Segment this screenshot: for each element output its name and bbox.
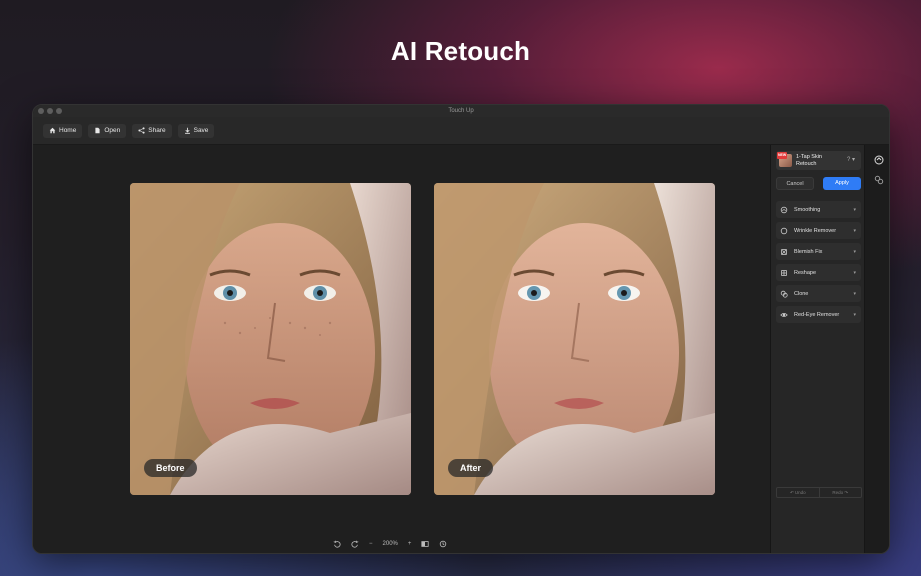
- home-icon: [49, 127, 56, 134]
- chevron-down-icon: ▾: [853, 227, 856, 234]
- zoom-in-button[interactable]: +: [408, 541, 412, 547]
- window-controls: [38, 108, 62, 114]
- share-icon: [138, 127, 145, 134]
- chevron-down-icon: ▾: [853, 248, 856, 255]
- redo-button[interactable]: Redo ↷: [820, 488, 862, 497]
- tool-smoothing[interactable]: Smoothing ▾: [776, 201, 861, 218]
- minimize-window-button[interactable]: [47, 108, 53, 114]
- cancel-button[interactable]: Cancel: [776, 177, 814, 190]
- undo-redo-group: ↶ Undo Redo ↷: [776, 487, 862, 498]
- save-button[interactable]: Save: [177, 123, 215, 138]
- chevron-down-icon: ▾: [853, 269, 856, 276]
- tool-label: Blemish Fix: [794, 248, 823, 255]
- open-button[interactable]: Open: [88, 123, 127, 138]
- feature-title-line1: 1-Tap Skin: [796, 153, 822, 160]
- blemish-icon: [781, 248, 787, 255]
- open-label: Open: [104, 127, 121, 134]
- app-window: Touch Up Home Open Share Save Before Aft…: [32, 104, 890, 554]
- compare-icon[interactable]: [421, 540, 429, 548]
- tool-label: Wrinkle Remover: [794, 227, 837, 234]
- page-headline: AI Retouch: [390, 36, 531, 66]
- reset-icon[interactable]: [439, 540, 447, 548]
- tool-wrinkle-remover[interactable]: Wrinkle Remover ▾: [776, 222, 861, 239]
- close-window-button[interactable]: [38, 108, 44, 114]
- home-button[interactable]: Home: [43, 123, 83, 138]
- right-rail: [864, 145, 889, 553]
- save-label: Save: [193, 127, 209, 134]
- smoothing-icon: [780, 206, 788, 213]
- panel-actions: Cancel Apply: [776, 177, 861, 190]
- feature-title-line2: Retouch: [796, 160, 817, 167]
- reshape-icon: [781, 269, 787, 276]
- tool-label: Reshape: [794, 269, 817, 276]
- tool-blemish-fix[interactable]: Blemish Fix ▾: [776, 243, 861, 260]
- zoom-level: 200%: [382, 541, 398, 547]
- window-title: Touch Up: [448, 108, 474, 114]
- tool-red-eye-remover[interactable]: Red-Eye Remover ▾: [776, 306, 861, 323]
- chevron-down-icon: ▾: [853, 206, 856, 213]
- maximize-window-button[interactable]: [56, 108, 62, 114]
- chevron-down-icon: ▾: [853, 290, 856, 297]
- new-badge: NEW: [777, 152, 788, 159]
- clone-icon: [780, 290, 788, 298]
- link-icon[interactable]: [874, 175, 884, 185]
- chevron-down-icon: ▾: [853, 311, 856, 318]
- after-image: After: [434, 183, 715, 495]
- help-icon[interactable]: ? ▾: [847, 157, 855, 164]
- retouch-mode-icon[interactable]: [874, 155, 884, 165]
- zoom-out-button[interactable]: −: [369, 541, 373, 547]
- wrinkle-icon: [780, 227, 788, 234]
- home-label: Home: [59, 127, 77, 134]
- share-label: Share: [148, 127, 166, 134]
- toolbar: Home Open Share Save: [33, 117, 889, 145]
- eye-icon: [780, 312, 788, 317]
- image-canvas: Before After − 200% +: [33, 145, 770, 553]
- before-image: Before: [130, 183, 411, 495]
- apply-button[interactable]: Apply: [823, 177, 861, 190]
- feature-title: 1-Tap Skin Retouch: [796, 154, 822, 168]
- undo-button[interactable]: ↶ Undo: [777, 488, 820, 497]
- share-button[interactable]: Share: [132, 123, 172, 138]
- feature-thumbnail: NEW: [777, 152, 792, 167]
- titlebar: Touch Up: [33, 105, 889, 117]
- retouch-panel: NEW 1-Tap Skin Retouch ? ▾ Cancel Apply …: [770, 145, 864, 553]
- before-label: Before: [144, 459, 197, 477]
- download-icon: [184, 127, 190, 134]
- tool-reshape[interactable]: Reshape ▾: [776, 264, 861, 281]
- tool-label: Clone: [794, 290, 809, 297]
- open-file-icon: [95, 127, 100, 134]
- tool-label: Red-Eye Remover: [794, 311, 840, 318]
- tool-clone[interactable]: Clone ▾: [776, 285, 861, 302]
- after-label: After: [448, 459, 494, 477]
- rotate-left-icon[interactable]: [333, 540, 341, 548]
- tool-label: Smoothing: [794, 206, 821, 213]
- rotate-right-icon[interactable]: [351, 540, 359, 548]
- skin-retouch-feature[interactable]: NEW 1-Tap Skin Retouch ? ▾: [776, 151, 861, 170]
- canvas-bottom-bar: − 200% +: [333, 537, 447, 551]
